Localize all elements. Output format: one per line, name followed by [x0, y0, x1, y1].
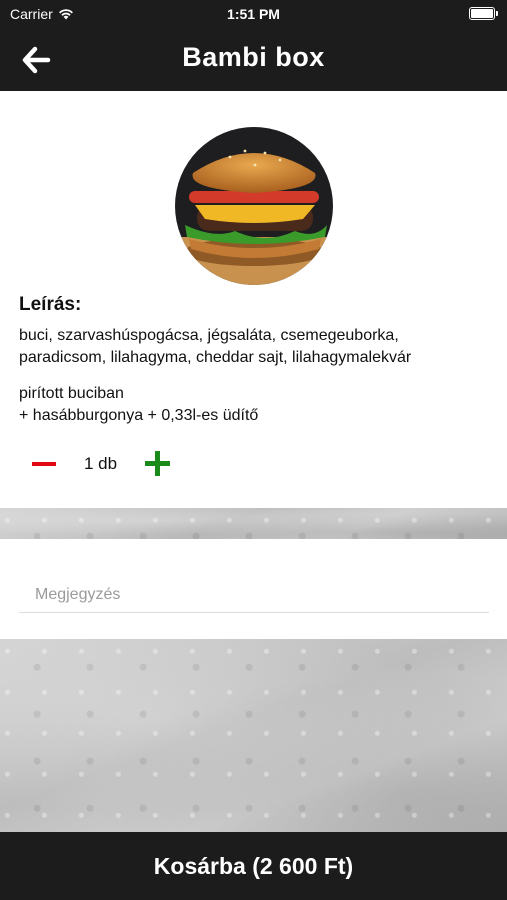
background-texture — [0, 639, 507, 832]
description-title: Leírás: — [19, 294, 82, 315]
navigation-bar: Bambi box — [0, 28, 507, 91]
burger-image — [175, 127, 333, 285]
page-title: Bambi box — [182, 42, 325, 72]
notes-section — [0, 539, 507, 639]
clock: 1:51 PM — [227, 6, 280, 22]
background-divider — [0, 508, 507, 539]
increase-quantity-button[interactable] — [145, 451, 170, 476]
minus-icon — [32, 462, 56, 466]
decrease-quantity-button[interactable] — [30, 449, 60, 479]
product-details: Leírás: buci, szarvashúspogácsa, jégsalá… — [0, 91, 507, 508]
quantity-stepper: 1 db — [30, 449, 230, 479]
battery-icon — [469, 7, 498, 20]
notes-input[interactable] — [19, 577, 489, 613]
description-extra: pirított buciban + hasábburgonya + 0,33l… — [19, 385, 259, 424]
add-to-cart-button[interactable]: Kosárba (2 600 Ft) — [0, 832, 507, 900]
description-text: buci, szarvashúspogácsa, jégsaláta, csem… — [19, 327, 412, 366]
quantity-value: 1 db — [84, 454, 118, 473]
status-bar: Carrier 1:51 PM — [0, 0, 507, 28]
